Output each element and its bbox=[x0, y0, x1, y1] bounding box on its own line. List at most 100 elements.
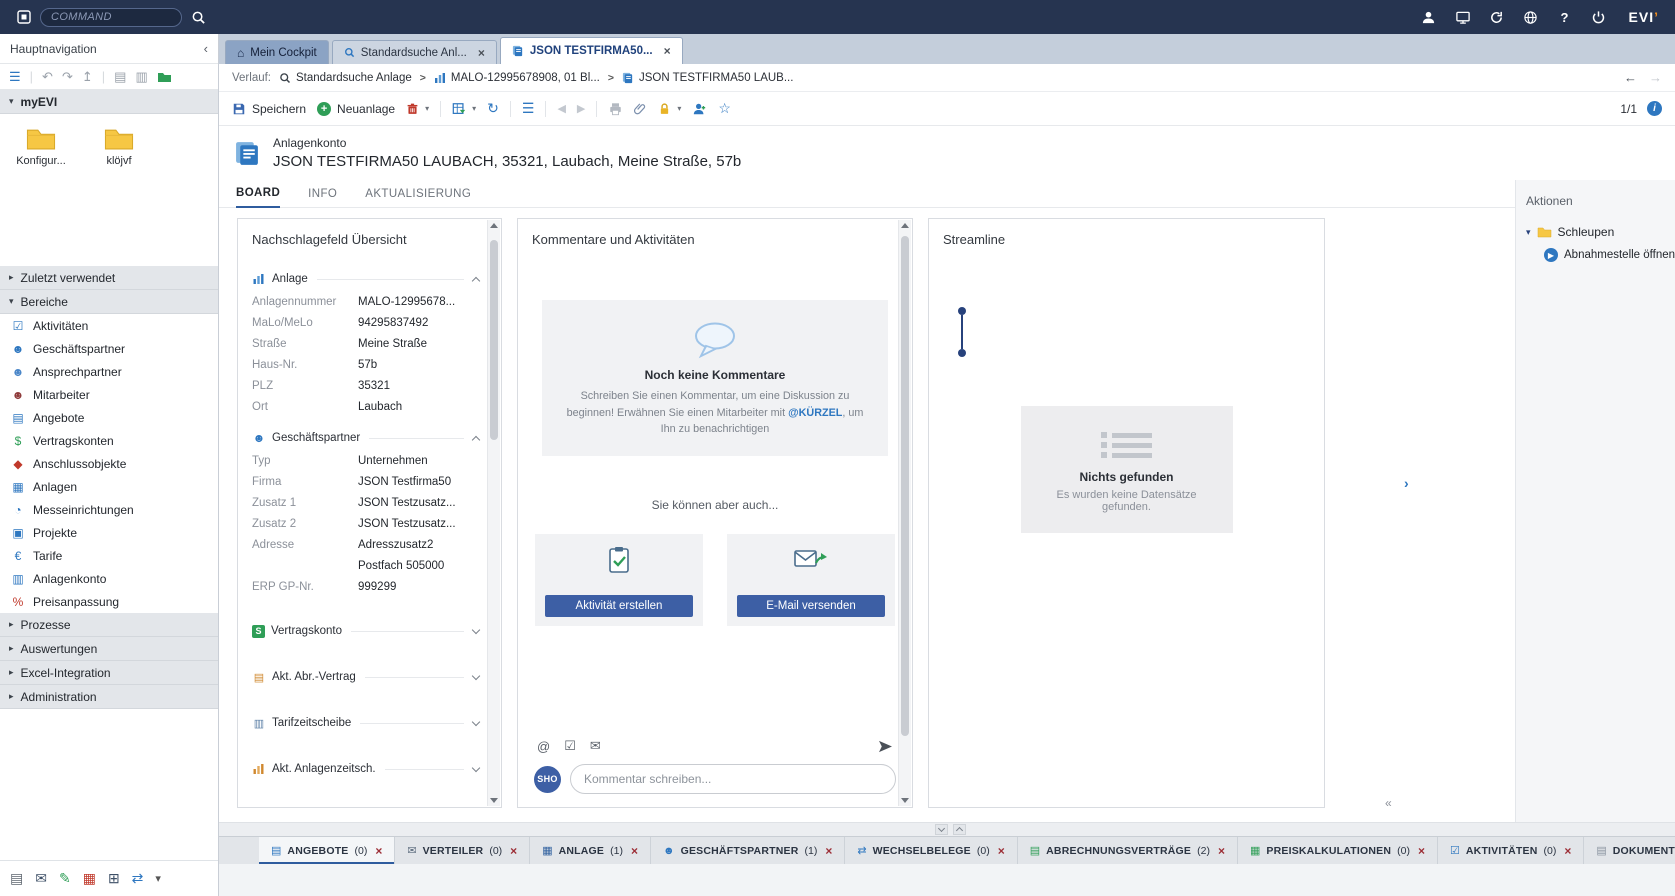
actions-folder-schleupen[interactable]: ▾ Schleupen bbox=[1526, 225, 1665, 239]
bottom-tab[interactable]: ✉ VERTEILER (0) × bbox=[395, 837, 530, 864]
sidebar-item[interactable]: % Preisanpassung bbox=[0, 590, 218, 613]
previous-record-icon[interactable]: ◀ bbox=[557, 102, 565, 115]
tab-standardsuche[interactable]: Standardsuche Anl... × bbox=[332, 40, 497, 64]
sidebar-item[interactable]: ▣ Projekte bbox=[0, 521, 218, 544]
scroll-down-icon[interactable] bbox=[490, 798, 498, 803]
close-icon[interactable]: × bbox=[664, 44, 671, 58]
section-header[interactable]: S Vertragskonto bbox=[252, 619, 479, 643]
attachment-icon[interactable] bbox=[634, 102, 647, 116]
bottom-tab[interactable]: ▤ ABRECHNUNGSVERTRÄGE (2) × bbox=[1018, 837, 1238, 864]
assign-user-icon[interactable] bbox=[692, 102, 707, 116]
sidebar-item[interactable]: € Tarife bbox=[0, 544, 218, 567]
history-back-icon[interactable]: ← bbox=[1624, 70, 1637, 85]
redo-icon[interactable]: ↷ bbox=[62, 69, 73, 85]
action-abnahmestelle-oeffnen[interactable]: ▶ Abnahmestelle öffnen bbox=[1526, 248, 1665, 262]
bottom-tab[interactable]: ▤ ANGEBOTE (0) × bbox=[259, 837, 395, 864]
send-email-button[interactable]: E-Mail versenden bbox=[737, 595, 885, 617]
scroll-up-icon[interactable] bbox=[901, 223, 909, 228]
sidebar-section-bereiche[interactable]: ▾ Bereiche bbox=[0, 290, 218, 314]
export-button[interactable]: ▾ bbox=[452, 102, 476, 116]
myevi-folder[interactable]: klöjvf bbox=[88, 126, 150, 167]
mention-icon[interactable]: @ bbox=[537, 739, 550, 754]
email-icon[interactable]: ✉ bbox=[590, 738, 601, 754]
favorite-star-icon[interactable]: ☆ bbox=[718, 100, 731, 117]
next-record-icon[interactable]: ▶ bbox=[577, 102, 585, 115]
sidebar-section-auswertungen[interactable]: ▸Auswertungen bbox=[0, 637, 218, 661]
close-icon[interactable]: × bbox=[998, 844, 1005, 858]
panel-up-icon[interactable] bbox=[953, 824, 966, 835]
globe-icon[interactable] bbox=[1523, 9, 1539, 25]
scrollbar[interactable] bbox=[898, 220, 911, 806]
new-folder-icon[interactable] bbox=[157, 71, 172, 83]
panel-collapse-icon[interactable]: « bbox=[1385, 796, 1392, 810]
create-activity-button[interactable]: Aktivität erstellen bbox=[545, 595, 693, 617]
bottom-tab[interactable]: ▦ PREISKALKULATIONEN (0) × bbox=[1238, 837, 1438, 864]
timeline-dot[interactable] bbox=[958, 307, 966, 315]
section-header[interactable]: ▥ Tarifzeitscheibe bbox=[252, 711, 479, 735]
sidebar-item[interactable]: ◆ Anschlussobjekte bbox=[0, 452, 218, 475]
refresh-icon[interactable]: ↻ bbox=[487, 100, 499, 117]
menu-icon[interactable]: ☰ bbox=[9, 69, 21, 85]
lock-button[interactable]: ▾ bbox=[658, 102, 681, 116]
close-icon[interactable]: × bbox=[1218, 844, 1225, 858]
timeline-dot[interactable] bbox=[958, 349, 966, 357]
close-icon[interactable]: × bbox=[375, 844, 382, 858]
breadcrumb-item[interactable]: JSON TESTFIRMA50 LAUB... bbox=[622, 72, 793, 84]
close-icon[interactable]: × bbox=[478, 46, 485, 60]
sidebar-item[interactable]: ▤ Angebote bbox=[0, 406, 218, 429]
section-header[interactable]: Akt. Anlagenzeitsch. bbox=[252, 757, 479, 781]
breadcrumb-item[interactable]: Standardsuche Anlage bbox=[279, 72, 412, 84]
scroll-down-icon[interactable] bbox=[901, 798, 909, 803]
scroll-thumb[interactable] bbox=[490, 240, 498, 440]
tab-info[interactable]: INFO bbox=[308, 188, 337, 207]
section-header[interactable]: Anlage bbox=[252, 267, 479, 291]
tab-aktualisierung[interactable]: AKTUALISIERUNG bbox=[365, 188, 471, 207]
sidebar-section-prozesse[interactable]: ▸Prozesse bbox=[0, 613, 218, 637]
tab-board[interactable]: BOARD bbox=[236, 187, 280, 208]
close-icon[interactable]: × bbox=[825, 844, 832, 858]
close-icon[interactable]: × bbox=[1564, 844, 1571, 858]
sidebar-section-administration[interactable]: ▸Administration bbox=[0, 685, 218, 709]
section-header[interactable]: ▤ Akt. Abr.-Vertrag bbox=[252, 665, 479, 689]
expand-chevron-icon[interactable] bbox=[472, 763, 480, 771]
sidebar-item[interactable]: ☻ Geschäftspartner bbox=[0, 337, 218, 360]
report-icon[interactable]: ▤ bbox=[10, 870, 23, 887]
sidebar-item[interactable]: ▥ Anlagenkonto bbox=[0, 567, 218, 590]
close-icon[interactable]: × bbox=[631, 844, 638, 858]
bottom-tab[interactable]: ▤ DOKUMENTE (0) × bbox=[1584, 837, 1675, 864]
panel-expand-icon[interactable]: › bbox=[1404, 475, 1409, 491]
send-email-tile[interactable]: E-Mail versenden bbox=[727, 534, 895, 626]
expand-chevron-icon[interactable] bbox=[472, 625, 480, 633]
send-icon[interactable] bbox=[878, 740, 893, 753]
help-icon[interactable]: ? bbox=[1557, 9, 1573, 25]
bottom-tab[interactable]: ☻ GESCHÄFTSPARTNER (1) × bbox=[651, 837, 845, 864]
redo-icon[interactable] bbox=[1489, 9, 1505, 25]
collapse-chevron-icon[interactable] bbox=[472, 436, 480, 444]
sidebar-section-zuletzt-verwendet[interactable]: ▸ Zuletzt verwendet bbox=[0, 266, 218, 290]
tab-mein-cockpit[interactable]: ⌂ Mein Cockpit bbox=[225, 40, 329, 64]
tab-json-testfirma[interactable]: JSON TESTFIRMA50... × bbox=[500, 37, 683, 64]
edit-icon[interactable]: ✎ bbox=[59, 870, 71, 887]
undo-icon[interactable]: ↶ bbox=[42, 69, 53, 85]
monitor-icon[interactable] bbox=[1455, 9, 1471, 25]
chevron-down-icon[interactable]: ▾ bbox=[155, 872, 161, 885]
sidebar-section-excel-integration[interactable]: ▸Excel-Integration bbox=[0, 661, 218, 685]
history-forward-icon[interactable]: → bbox=[1649, 70, 1662, 85]
copy-icon[interactable]: ▤ bbox=[114, 69, 126, 85]
save-button[interactable]: Speichern bbox=[232, 102, 306, 116]
collapse-chevron-icon[interactable] bbox=[472, 277, 480, 285]
create-activity-tile[interactable]: Aktivität erstellen bbox=[535, 534, 703, 626]
sidebar-item[interactable]: $ Vertragskonten bbox=[0, 429, 218, 452]
search-icon[interactable] bbox=[190, 9, 206, 25]
task-icon[interactable]: ☑ bbox=[564, 738, 576, 754]
mail-icon[interactable]: ✉ bbox=[35, 870, 47, 887]
sidebar-item[interactable]: ☻ Mitarbeiter bbox=[0, 383, 218, 406]
info-icon[interactable]: i bbox=[1647, 101, 1662, 116]
print-icon[interactable] bbox=[608, 102, 623, 116]
mention-link[interactable]: @KÜRZEL bbox=[788, 407, 842, 419]
close-icon[interactable]: × bbox=[510, 844, 517, 858]
bottom-tab[interactable]: ☑ AKTIVITÄTEN (0) × bbox=[1438, 837, 1584, 864]
list-menu-icon[interactable]: ☰ bbox=[522, 100, 535, 117]
comment-input[interactable] bbox=[570, 764, 896, 794]
app-logo-icon[interactable] bbox=[16, 9, 32, 25]
